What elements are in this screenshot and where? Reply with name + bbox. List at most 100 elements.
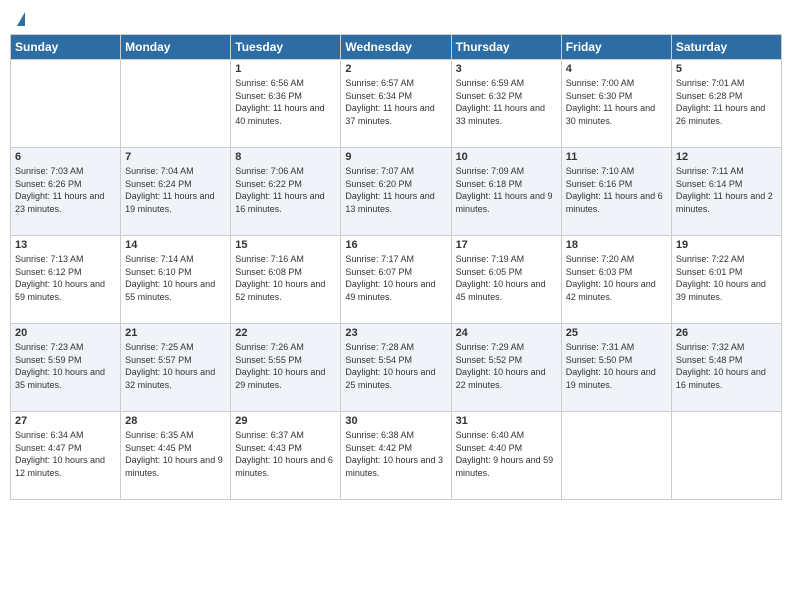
day-number: 31 (456, 415, 557, 427)
calendar-cell: 20 Sunrise: 7:23 AMSunset: 5:59 PMDayligh… (11, 324, 121, 412)
day-info: Sunrise: 6:35 AMSunset: 4:45 PMDaylight:… (125, 429, 226, 479)
day-number: 13 (15, 239, 116, 251)
day-number: 28 (125, 415, 226, 427)
day-info: Sunrise: 7:22 AMSunset: 6:01 PMDaylight:… (676, 253, 777, 303)
calendar-cell (671, 412, 781, 500)
calendar-cell: 24Sunrise: 7:29 AMSunset: 5:52 PMDayligh… (451, 324, 561, 412)
day-number: 29 (235, 415, 336, 427)
day-info: Sunrise: 7:13 AMSunset: 6:12 PMDaylight:… (15, 253, 116, 303)
calendar-cell: 23Sunrise: 7:28 AMSunset: 5:54 PMDayligh… (341, 324, 451, 412)
day-number: 30 (345, 415, 446, 427)
day-number: 10 (456, 151, 557, 163)
day-info: Sunrise: 7:14 AMSunset: 6:10 PMDaylight:… (125, 253, 226, 303)
day-info: Sunrise: 6:38 AMSunset: 4:42 PMDaylight:… (345, 429, 446, 479)
calendar-cell: 13 Sunrise: 7:13 AMSunset: 6:12 PMDayligh… (11, 236, 121, 324)
day-info: Sunrise: 6:40 AMSunset: 4:40 PMDaylight:… (456, 429, 557, 479)
calendar-cell: 3 Sunrise: 6:59 AMSunset: 6:32 PMDaylight… (451, 60, 561, 148)
calendar-cell: 8 Sunrise: 7:06 AMSunset: 6:22 PMDaylight… (231, 148, 341, 236)
day-number: 17 (456, 239, 557, 251)
calendar-week-row: 6 Sunrise: 7:03 AMSunset: 6:26 PMDaylight… (11, 148, 782, 236)
calendar-week-row: 1 Sunrise: 6:56 AMSunset: 6:36 PMDaylight… (11, 60, 782, 148)
day-info: Sunrise: 7:03 AMSunset: 6:26 PMDaylight:… (15, 165, 116, 215)
calendar-cell: 30 Sunrise: 6:38 AMSunset: 4:42 PMDayligh… (341, 412, 451, 500)
calendar-week-row: 20 Sunrise: 7:23 AMSunset: 5:59 PMDayligh… (11, 324, 782, 412)
day-info: Sunrise: 6:59 AMSunset: 6:32 PMDaylight:… (456, 77, 557, 127)
day-info: Sunrise: 7:06 AMSunset: 6:22 PMDaylight:… (235, 165, 336, 215)
day-number: 6 (15, 151, 116, 163)
calendar-cell: 19 Sunrise: 7:22 AMSunset: 6:01 PMDayligh… (671, 236, 781, 324)
calendar-week-row: 13 Sunrise: 7:13 AMSunset: 6:12 PMDayligh… (11, 236, 782, 324)
day-number: 25 (566, 327, 667, 339)
day-info: Sunrise: 6:56 AMSunset: 6:36 PMDaylight:… (235, 77, 336, 127)
day-info: Sunrise: 7:31 AMSunset: 5:50 PMDaylight:… (566, 341, 667, 391)
calendar-cell: 16Sunrise: 7:17 AMSunset: 6:07 PMDayligh… (341, 236, 451, 324)
day-info: Sunrise: 7:28 AMSunset: 5:54 PMDaylight:… (345, 341, 446, 391)
day-info: Sunrise: 7:26 AMSunset: 5:55 PMDaylight:… (235, 341, 336, 391)
calendar-cell: 11Sunrise: 7:10 AMSunset: 6:16 PMDayligh… (561, 148, 671, 236)
day-number: 9 (345, 151, 446, 163)
day-number: 24 (456, 327, 557, 339)
day-number: 27 (15, 415, 116, 427)
calendar-cell: 22Sunrise: 7:26 AMSunset: 5:55 PMDayligh… (231, 324, 341, 412)
logo-triangle-icon (17, 12, 25, 26)
day-number: 26 (676, 327, 777, 339)
calendar-cell: 27 Sunrise: 6:34 AMSunset: 4:47 PMDayligh… (11, 412, 121, 500)
day-info: Sunrise: 6:37 AMSunset: 4:43 PMDaylight:… (235, 429, 336, 479)
calendar-cell: 15 Sunrise: 7:16 AMSunset: 6:08 PMDayligh… (231, 236, 341, 324)
calendar-cell: 14 Sunrise: 7:14 AMSunset: 6:10 PMDayligh… (121, 236, 231, 324)
weekday-header-thursday: Thursday (451, 35, 561, 60)
day-number: 14 (125, 239, 226, 251)
logo (14, 10, 25, 26)
page-header (10, 10, 782, 26)
calendar-cell: 12Sunrise: 7:11 AMSunset: 6:14 PMDayligh… (671, 148, 781, 236)
calendar-cell: 21 Sunrise: 7:25 AMSunset: 5:57 PMDayligh… (121, 324, 231, 412)
calendar-cell: 29 Sunrise: 6:37 AMSunset: 4:43 PMDayligh… (231, 412, 341, 500)
day-number: 20 (15, 327, 116, 339)
calendar-cell: 31 Sunrise: 6:40 AMSunset: 4:40 PMDayligh… (451, 412, 561, 500)
day-info: Sunrise: 7:01 AMSunset: 6:28 PMDaylight:… (676, 77, 777, 127)
weekday-header-row: SundayMondayTuesdayWednesdayThursdayFrid… (11, 35, 782, 60)
calendar-cell (121, 60, 231, 148)
day-number: 15 (235, 239, 336, 251)
calendar-cell (561, 412, 671, 500)
day-number: 21 (125, 327, 226, 339)
day-number: 3 (456, 63, 557, 75)
calendar-cell: 28 Sunrise: 6:35 AMSunset: 4:45 PMDayligh… (121, 412, 231, 500)
day-number: 8 (235, 151, 336, 163)
calendar-cell: 6 Sunrise: 7:03 AMSunset: 6:26 PMDaylight… (11, 148, 121, 236)
day-info: Sunrise: 6:34 AMSunset: 4:47 PMDaylight:… (15, 429, 116, 479)
calendar-cell: 10 Sunrise: 7:09 AMSunset: 6:18 PMDayligh… (451, 148, 561, 236)
day-number: 2 (345, 63, 446, 75)
calendar-cell (11, 60, 121, 148)
calendar-week-row: 27 Sunrise: 6:34 AMSunset: 4:47 PMDayligh… (11, 412, 782, 500)
day-number: 1 (235, 63, 336, 75)
day-info: Sunrise: 7:19 AMSunset: 6:05 PMDaylight:… (456, 253, 557, 303)
day-info: Sunrise: 7:11 AMSunset: 6:14 PMDaylight:… (676, 165, 777, 215)
calendar-cell: 9Sunrise: 7:07 AMSunset: 6:20 PMDaylight… (341, 148, 451, 236)
weekday-header-tuesday: Tuesday (231, 35, 341, 60)
weekday-header-sunday: Sunday (11, 35, 121, 60)
weekday-header-friday: Friday (561, 35, 671, 60)
calendar-cell: 4 Sunrise: 7:00 AMSunset: 6:30 PMDaylight… (561, 60, 671, 148)
day-info: Sunrise: 7:23 AMSunset: 5:59 PMDaylight:… (15, 341, 116, 391)
day-info: Sunrise: 7:09 AMSunset: 6:18 PMDaylight:… (456, 165, 557, 215)
day-number: 5 (676, 63, 777, 75)
weekday-header-wednesday: Wednesday (341, 35, 451, 60)
weekday-header-monday: Monday (121, 35, 231, 60)
day-info: Sunrise: 7:00 AMSunset: 6:30 PMDaylight:… (566, 77, 667, 127)
calendar-cell: 18Sunrise: 7:20 AMSunset: 6:03 PMDayligh… (561, 236, 671, 324)
day-info: Sunrise: 7:04 AMSunset: 6:24 PMDaylight:… (125, 165, 226, 215)
day-number: 4 (566, 63, 667, 75)
calendar-cell: 7Sunrise: 7:04 AMSunset: 6:24 PMDaylight… (121, 148, 231, 236)
day-info: Sunrise: 6:57 AMSunset: 6:34 PMDaylight:… (345, 77, 446, 127)
day-info: Sunrise: 7:25 AMSunset: 5:57 PMDaylight:… (125, 341, 226, 391)
day-info: Sunrise: 7:17 AMSunset: 6:07 PMDaylight:… (345, 253, 446, 303)
calendar-cell: 1 Sunrise: 6:56 AMSunset: 6:36 PMDaylight… (231, 60, 341, 148)
day-info: Sunrise: 7:10 AMSunset: 6:16 PMDaylight:… (566, 165, 667, 215)
day-number: 19 (676, 239, 777, 251)
calendar-cell: 25 Sunrise: 7:31 AMSunset: 5:50 PMDayligh… (561, 324, 671, 412)
calendar-cell: 5 Sunrise: 7:01 AMSunset: 6:28 PMDaylight… (671, 60, 781, 148)
day-info: Sunrise: 7:16 AMSunset: 6:08 PMDaylight:… (235, 253, 336, 303)
calendar-cell: 17 Sunrise: 7:19 AMSunset: 6:05 PMDayligh… (451, 236, 561, 324)
calendar-table: SundayMondayTuesdayWednesdayThursdayFrid… (10, 34, 782, 500)
